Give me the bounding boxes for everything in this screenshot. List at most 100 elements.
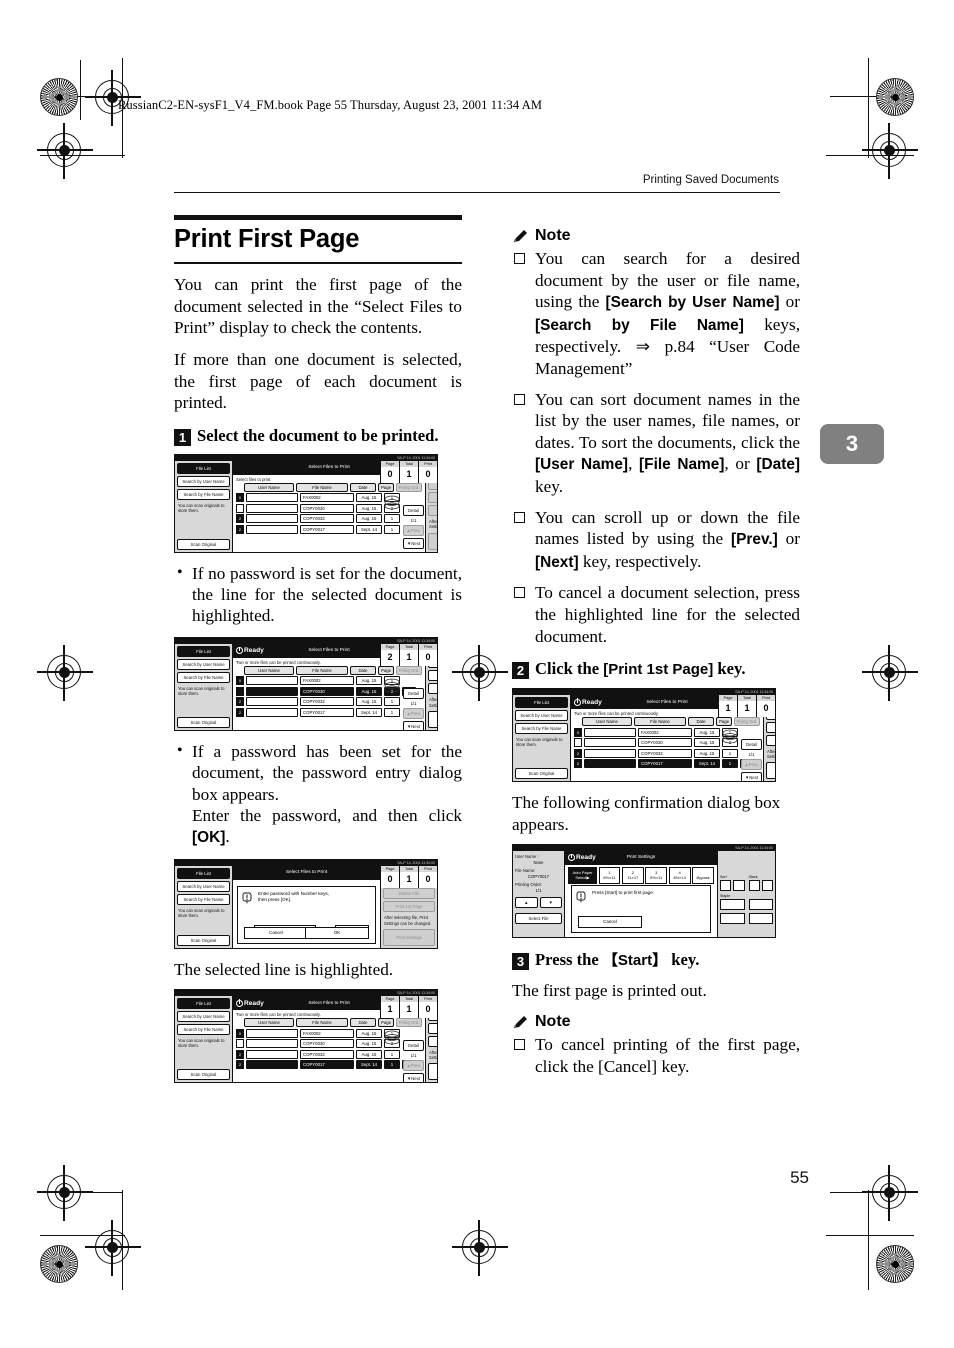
file-list-button[interactable]: File List xyxy=(177,462,230,474)
detail-button[interactable]: Detail xyxy=(403,504,424,516)
column-user-name[interactable]: User Name xyxy=(244,482,294,492)
lcd-screenshot-print-settings: SA-P 14, 2001 11:34:00 User Name : None … xyxy=(512,843,776,938)
search-by-user-name-button[interactable]: Search by User Name xyxy=(515,710,568,722)
search-by-file-name-button[interactable]: Search by File Name xyxy=(177,671,230,683)
row-marker: 2 xyxy=(236,1049,244,1059)
paper-tray-4-button[interactable]: 4 8½×14 xyxy=(668,866,691,884)
select-file-button[interactable]: Select File xyxy=(515,913,562,925)
detail-button[interactable]: Detail xyxy=(403,687,424,699)
scan-original-button[interactable]: Scan Original xyxy=(177,538,230,550)
scan-original-button[interactable]: Scan Original xyxy=(177,716,230,728)
delete-file-button[interactable]: Delete File xyxy=(428,670,437,682)
print-1st-page-button[interactable]: Print 1st Page xyxy=(428,505,437,517)
next-button[interactable]: ▼Next xyxy=(403,1073,424,1083)
bypass-tray-button[interactable]: Bypass xyxy=(692,866,715,884)
file-list-button[interactable]: File List xyxy=(177,645,230,657)
scan-original-button[interactable]: Scan Original xyxy=(515,768,568,780)
search-by-file-name-button[interactable]: Search by File Name xyxy=(177,488,230,500)
print-settings-button[interactable]: Print Settings xyxy=(428,710,437,728)
paper-tray-2-button[interactable]: 2 11×17 xyxy=(621,866,644,884)
registration-starburst xyxy=(40,78,78,116)
print-settings-button[interactable]: Print Settings xyxy=(428,1063,437,1081)
file-list-button[interactable]: File List xyxy=(177,998,230,1010)
column-user-name[interactable]: User Name xyxy=(244,1018,294,1028)
lcd-counters: Page 2 Total 1 Print 0 xyxy=(380,643,437,666)
table-row[interactable]: 2 COPY0032 Aug. 15 1 xyxy=(236,697,422,707)
print-1st-page-button[interactable]: Print 1st Page xyxy=(428,1035,437,1047)
left-column: Print First Page You can print the first… xyxy=(174,215,462,1093)
print-settings-button[interactable]: Print Settings xyxy=(383,928,435,946)
file-list-button[interactable]: File List xyxy=(177,867,230,879)
table-row-selected[interactable]: 2 COPY0017 Sept. 14 1 1 xyxy=(236,1060,422,1070)
paper-tray-1-button[interactable]: 1 8½×11 xyxy=(598,866,621,884)
column-file-name[interactable]: File Name xyxy=(296,665,348,675)
table-row[interactable]: 2 COPY0017 Sept. 14 1 xyxy=(236,524,422,534)
table-row[interactable]: 2 COPY0032 Aug. 15 1 xyxy=(574,748,760,758)
search-by-user-name-button[interactable]: Search by User Name xyxy=(177,1011,230,1023)
column-file-name[interactable]: File Name xyxy=(296,1018,348,1028)
detail-button[interactable]: Detail xyxy=(741,739,762,751)
column-file-name[interactable]: File Name xyxy=(296,482,348,492)
prev-button[interactable]: ▲Prev. xyxy=(741,759,762,771)
delete-file-button[interactable]: Delete File xyxy=(428,492,437,504)
delete-file-button[interactable]: Delete File xyxy=(428,1022,437,1034)
column-user-name[interactable]: User Name xyxy=(582,717,632,727)
heading-rule-top xyxy=(174,215,462,220)
file-list-button[interactable]: File List xyxy=(515,697,568,709)
next-button[interactable]: ▼Next xyxy=(403,537,424,549)
sort-option-icon[interactable] xyxy=(733,879,745,891)
tray-size: 8½×14 xyxy=(673,875,686,881)
table-row[interactable]: 2 COPY0032 Aug. 15 1 xyxy=(236,1049,422,1059)
scroll-up-button[interactable]: ▲ xyxy=(515,897,538,909)
table-row[interactable]: 2 COPY0017 Sept. 14 1 xyxy=(236,707,422,717)
next-button[interactable]: ▼Next xyxy=(741,772,762,782)
print-settings-hint: After selecting file, Print Settings can… xyxy=(767,748,776,759)
paper-tray-3-button[interactable]: 3 8½×11 xyxy=(645,866,668,884)
cancel-button[interactable]: Cancel xyxy=(244,926,308,939)
cancel-button[interactable]: Cancel xyxy=(578,915,642,928)
column-date[interactable]: Date xyxy=(350,482,376,492)
print-1st-page-button[interactable]: Print 1st Page xyxy=(766,734,775,746)
search-by-user-name-button[interactable]: Search by User Name xyxy=(177,658,230,670)
search-by-file-name-button[interactable]: Search by File Name xyxy=(177,893,230,905)
counter-print: Print 0 xyxy=(757,695,775,717)
search-by-file-name-button[interactable]: Search by File Name xyxy=(515,723,568,735)
search-by-user-name-button[interactable]: Search by User Name xyxy=(177,475,230,487)
next-button[interactable]: ▼Next xyxy=(403,720,424,730)
sort-option-icon[interactable] xyxy=(720,879,732,891)
auto-paper-select-button[interactable]: Auto Paper Select▶ xyxy=(568,866,597,884)
column-file-name[interactable]: File Name xyxy=(634,717,686,727)
confirmation-dialog: Press [Start] to print first page. Cance… xyxy=(571,884,711,933)
search-by-user-name-button[interactable]: Search by User Name xyxy=(177,880,230,892)
stack-option-icon[interactable] xyxy=(748,879,760,891)
print-1st-page-button[interactable]: Print 1st Page xyxy=(428,683,437,695)
prev-button[interactable]: ▲Prev. xyxy=(403,707,424,719)
stack-option-icon[interactable] xyxy=(761,879,773,891)
prev-button[interactable]: ▲Prev. xyxy=(403,524,424,536)
prev-button[interactable]: ▲Prev. xyxy=(403,1060,424,1072)
staple-option-icon[interactable] xyxy=(748,898,773,910)
scan-original-button[interactable]: Scan Original xyxy=(177,934,230,946)
staple-option-icon[interactable] xyxy=(720,912,745,924)
search-by-file-name-button[interactable]: Search by File Name xyxy=(177,1024,230,1036)
delete-file-button[interactable]: Delete File xyxy=(383,888,435,900)
column-date[interactable]: Date xyxy=(688,717,714,727)
print-settings-hint: After selecting file, Print Settings can… xyxy=(384,915,432,926)
delete-file-button[interactable]: Delete File xyxy=(766,721,775,733)
print-settings-button[interactable]: Print Settings xyxy=(766,762,775,780)
print-settings-button[interactable]: Print Settings xyxy=(428,532,437,550)
column-date[interactable]: Date xyxy=(350,1018,376,1028)
column-user-name[interactable]: User Name xyxy=(244,665,294,675)
print-1st-page-button[interactable]: Print 1st Page xyxy=(383,901,435,913)
scan-original-button[interactable]: Scan Original xyxy=(177,1069,230,1081)
scroll-down-button[interactable]: ▼ xyxy=(539,897,562,909)
lcd-counters: Page 0 Total 1 Print 0 xyxy=(380,865,437,888)
detail-button[interactable]: Detail xyxy=(403,1040,424,1052)
column-date[interactable]: Date xyxy=(350,665,376,675)
staple-option-icon[interactable] xyxy=(748,912,773,924)
staple-option-icon[interactable] xyxy=(720,898,745,910)
table-row[interactable]: 2 COPY0032 Aug. 15 1 xyxy=(236,514,422,524)
table-row-selected[interactable]: 2 COPY0017 Sept. 14 1 1 xyxy=(574,759,760,769)
row-marker: 2 xyxy=(236,707,244,717)
ok-button[interactable]: OK xyxy=(305,926,369,939)
